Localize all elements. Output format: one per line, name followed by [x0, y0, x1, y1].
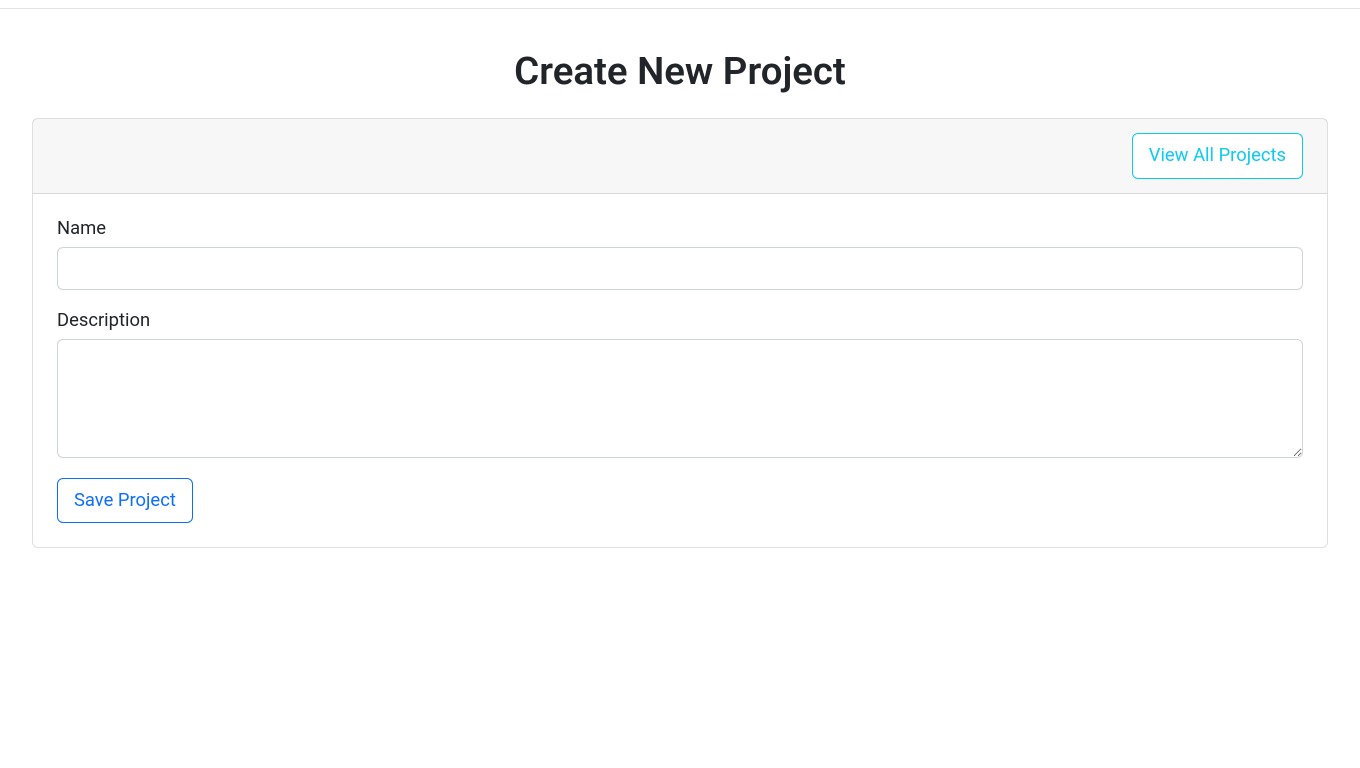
description-input[interactable]	[57, 339, 1303, 458]
description-field-group: Description	[57, 310, 1303, 458]
name-field-group: Name	[57, 218, 1303, 290]
card-header: View All Projects	[33, 119, 1327, 194]
create-project-form: Name Description Save Project	[57, 218, 1303, 524]
card-body: Name Description Save Project	[33, 194, 1327, 548]
name-label: Name	[57, 218, 1303, 239]
main-container: Create New Project View All Projects Nam…	[20, 49, 1340, 548]
project-form-card: View All Projects Name Description Save …	[32, 118, 1328, 548]
name-input[interactable]	[57, 247, 1303, 290]
top-divider	[0, 8, 1360, 9]
view-all-projects-button[interactable]: View All Projects	[1132, 133, 1303, 179]
page-title: Create New Project	[32, 49, 1328, 94]
description-label: Description	[57, 310, 1303, 331]
save-project-button[interactable]: Save Project	[57, 478, 193, 524]
